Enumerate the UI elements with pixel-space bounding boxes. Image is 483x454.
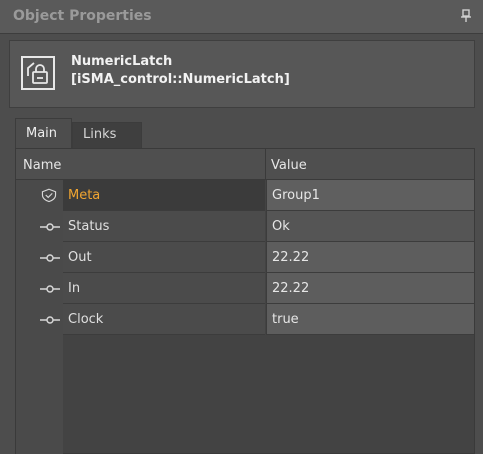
slot-icon [40,254,60,262]
tab-links[interactable]: Links [72,122,142,148]
property-value-cell[interactable]: Ok [266,211,474,242]
property-value[interactable]: true [272,312,299,327]
object-properties-panel: Object Properties NumericLatch [iSMA_con… [0,0,483,454]
latch-icon [21,56,55,90]
properties-grid: Name Value Meta Group1 Status Ok Out 22.… [15,148,475,454]
property-name: Out [68,250,92,265]
property-value-cell[interactable]: Group1 [266,180,474,211]
property-name-cell: Status [63,211,265,242]
property-value[interactable]: 22.22 [272,281,309,296]
property-value[interactable]: Ok [272,219,290,234]
property-name-cell: Clock [63,304,265,335]
slot-icon [40,223,60,231]
column-header-value[interactable]: Value [271,158,307,173]
column-divider[interactable] [265,149,266,180]
property-row-in[interactable]: In 22.22 [16,273,474,304]
panel-titlebar: Object Properties [0,0,483,34]
shield-icon [41,188,57,203]
property-value-cell[interactable]: 22.22 [266,273,474,304]
property-name-cell: In [63,273,265,304]
property-value[interactable]: Group1 [272,188,320,203]
tab-bar: Main Links [15,118,475,149]
property-row-meta[interactable]: Meta Group1 [16,180,474,211]
property-name: Status [68,219,110,234]
property-name: Clock [68,312,104,327]
column-header-name[interactable]: Name [23,158,61,173]
slot-icon [40,285,60,293]
tab-main[interactable]: Main [15,118,72,149]
property-row-out[interactable]: Out 22.22 [16,242,474,273]
property-name: In [68,281,81,296]
property-value-cell[interactable]: 22.22 [266,242,474,273]
property-row-status[interactable]: Status Ok [16,211,474,242]
object-name: NumericLatch [71,54,173,69]
property-name-cell: Out [63,242,265,273]
pin-icon[interactable] [461,9,471,23]
panel-title: Object Properties [13,8,152,24]
grid-header: Name Value [16,149,474,180]
property-name: Meta [68,188,101,203]
property-value[interactable]: 22.22 [272,250,309,265]
object-header: NumericLatch [iSMA_control::NumericLatch… [9,40,475,108]
property-value-cell[interactable]: true [266,304,474,335]
object-type: [iSMA_control::NumericLatch] [71,72,290,87]
property-row-clock[interactable]: Clock true [16,304,474,335]
property-name-cell: Meta [63,180,265,211]
slot-icon [40,316,60,324]
